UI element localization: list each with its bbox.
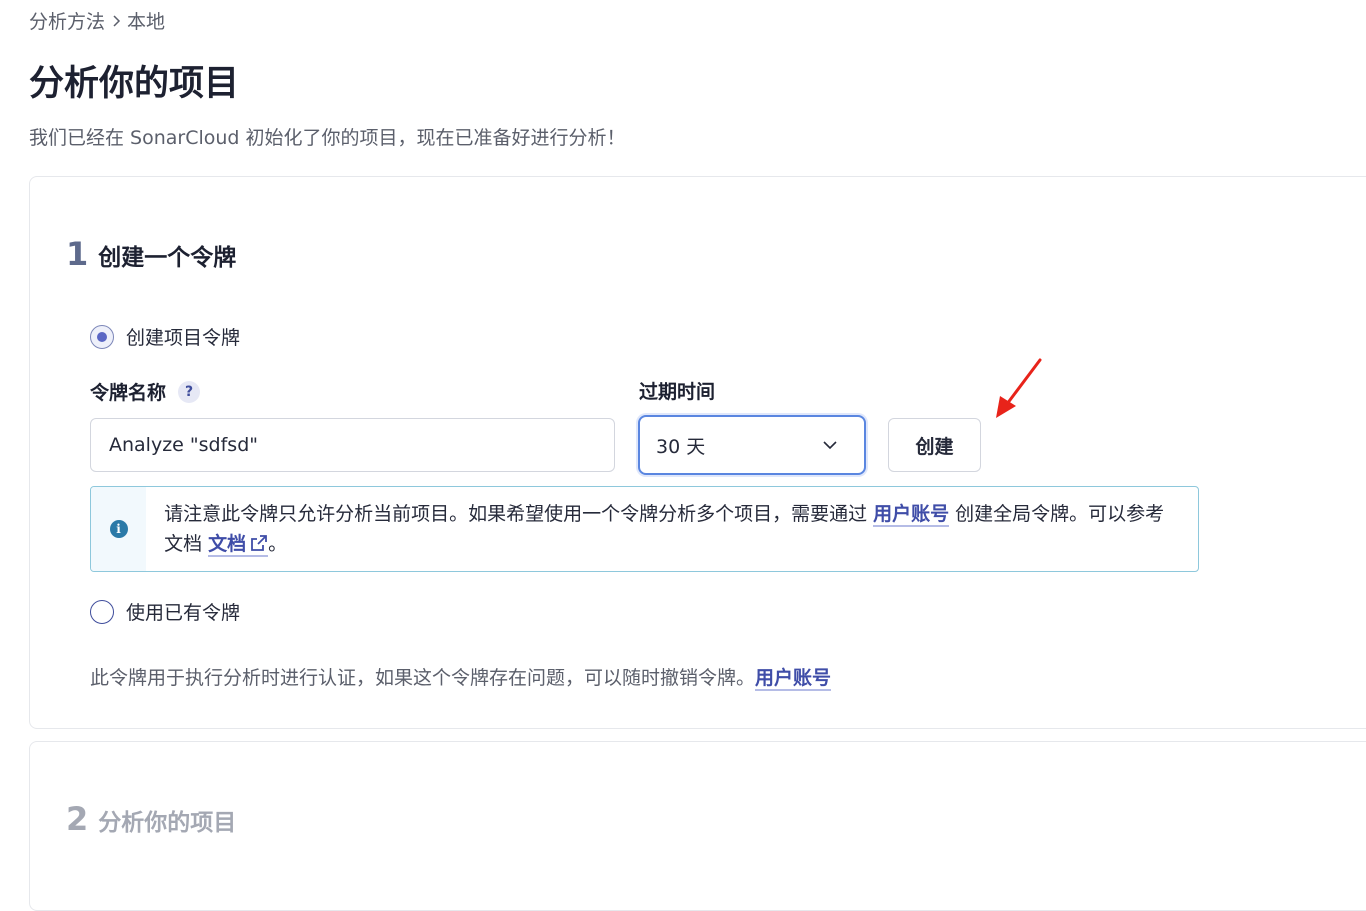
token-name-label: 令牌名称 ?	[90, 378, 201, 405]
info-icon: i	[109, 520, 128, 538]
user-account-link[interactable]: 用户账号	[873, 503, 950, 527]
create-project-token-option[interactable]: 创建项目令牌	[90, 323, 240, 350]
chevron-right-icon	[113, 14, 121, 27]
use-existing-token-option[interactable]: 使用已有令牌	[90, 598, 240, 625]
breadcrumb-parent[interactable]: 分析方法	[29, 7, 105, 34]
use-existing-token-label: 使用已有令牌	[126, 602, 241, 624]
docs-link-label: 文档	[208, 533, 247, 555]
info-alert: i 请注意此令牌只允许分析当前项目。如果希望使用一个令牌分析多个项目，需要通过 …	[90, 486, 1199, 572]
step-2-header: 2 分析你的项目	[66, 800, 236, 838]
help-icon[interactable]: ?	[178, 380, 201, 403]
step-2-card: 2 分析你的项目	[29, 741, 1366, 911]
expiry-select-value: 30 天	[656, 435, 706, 458]
info-text-end: 。	[268, 533, 288, 555]
docs-link[interactable]: 文档	[208, 533, 269, 557]
expiry-label-text: 过期时间	[639, 381, 716, 403]
token-name-input[interactable]	[90, 418, 615, 472]
info-text-start: 请注意此令牌只允许分析当前项目。如果希望使用一个令牌分析多个项目，需要通过	[164, 503, 874, 525]
expiry-label: 过期时间	[639, 377, 715, 404]
step-2-number: 2	[66, 800, 89, 838]
create-token-button[interactable]: 创建	[888, 418, 981, 472]
step-1-card: 1 创建一个令牌 创建项目令牌 令牌名称 ? 过期时间 30 天 创建 i 请注…	[29, 176, 1366, 729]
expiry-select[interactable]: 30 天	[638, 415, 866, 475]
step-2-title: 分析你的项目	[98, 810, 237, 836]
red-arrow-icon	[996, 358, 1042, 418]
breadcrumb: 分析方法 本地	[29, 7, 165, 34]
step-1-number: 1	[66, 235, 89, 273]
step-1-title: 创建一个令牌	[98, 245, 237, 271]
info-alert-text: 请注意此令牌只允许分析当前项目。如果希望使用一个令牌分析多个项目，需要通过 用户…	[146, 487, 1198, 571]
create-project-token-label: 创建项目令牌	[126, 327, 241, 349]
footer-user-account-link[interactable]: 用户账号	[755, 667, 832, 691]
use-existing-token-radio[interactable]	[90, 599, 114, 624]
page-subtitle: 我们已经在 SonarCloud 初始化了你的项目，现在已准备好进行分析！	[29, 127, 626, 149]
page-title: 分析你的项目	[29, 64, 240, 104]
breadcrumb-current: 本地	[127, 11, 166, 33]
info-alert-icon-area: i	[91, 487, 147, 571]
step-1-header: 1 创建一个令牌	[66, 235, 236, 273]
token-footer-text: 此令牌用于执行分析时进行认证，如果这个令牌存在问题，可以随时撤销令牌。	[90, 667, 756, 689]
token-name-label-text: 令牌名称	[90, 382, 167, 404]
external-link-icon	[251, 535, 268, 551]
chevron-down-icon	[823, 441, 837, 450]
create-project-token-radio[interactable]	[90, 324, 114, 349]
token-footer-note: 此令牌用于执行分析时进行认证，如果这个令牌存在问题，可以随时撤销令牌。用户账号	[90, 663, 832, 691]
